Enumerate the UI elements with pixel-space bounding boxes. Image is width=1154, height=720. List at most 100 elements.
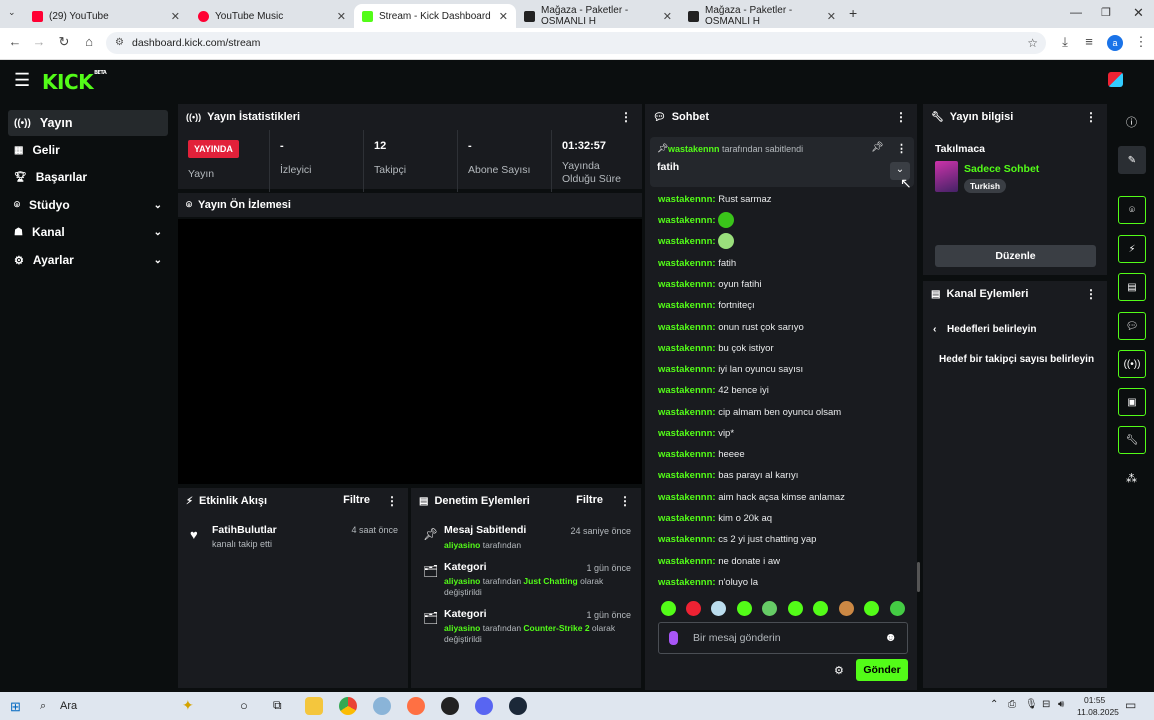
back-chevron-icon[interactable]: ‹ (933, 323, 937, 335)
address-bar[interactable]: ⚙ dashboard.kick.com/stream ☆ (106, 32, 1046, 54)
emote-icon[interactable] (737, 601, 752, 616)
system-tray-chevron-icon[interactable]: ⌃ (990, 699, 998, 710)
close-icon[interactable]: ✕ (827, 10, 836, 23)
more-options-icon[interactable]: ⋮ (619, 494, 631, 508)
copilot-sparkle-icon[interactable]: ✦ (182, 697, 194, 714)
studio-icon[interactable]: ⌾ (1118, 196, 1146, 224)
emote-icon[interactable] (788, 601, 803, 616)
chat-scrollbar[interactable] (917, 562, 920, 592)
bookmark-star-icon[interactable]: ☆ (1027, 32, 1038, 54)
new-tab-plus-icon[interactable]: + (849, 5, 857, 21)
chevron-down-icon[interactable]: ⌄ (154, 200, 162, 211)
chat-username[interactable]: wastakennn: (658, 215, 716, 226)
search-icon[interactable]: ⌕ (40, 700, 46, 713)
sidebar-item-ayarlar[interactable]: ⚙ Ayarlar ⌄ (8, 247, 168, 273)
cortana-icon[interactable]: ○ (240, 698, 248, 713)
wrench-icon[interactable]: 🔧︎ (1118, 426, 1146, 454)
emote-icon[interactable] (762, 601, 777, 616)
close-icon[interactable]: ✕ (663, 10, 672, 23)
emote-icon[interactable] (661, 601, 676, 616)
back-arrow-icon[interactable]: ← (6, 34, 24, 49)
more-options-icon[interactable]: ⋮ (386, 494, 398, 508)
browser-tab-youtube-music[interactable]: YouTube Music ✕ (190, 4, 354, 28)
chat-username[interactable]: wastakennn: (658, 385, 716, 396)
moderator-name[interactable]: aliyasino (444, 623, 480, 633)
more-options-icon[interactable]: ⋮ (1085, 287, 1097, 301)
volume-icon[interactable]: 🔊︎ (1058, 699, 1064, 710)
chat-username[interactable]: wastakennn: (658, 364, 716, 375)
sidebar-item-yayin[interactable]: ((•)) Yayın (8, 110, 168, 136)
chat-input[interactable]: Bir mesaj gönderin ☻ (658, 622, 908, 654)
profile-avatar[interactable]: a (1107, 35, 1123, 51)
notification-icon[interactable]: ▭ (1125, 698, 1136, 712)
emote-icon[interactable] (864, 601, 879, 616)
taskbar-date[interactable]: 11.08.2025 (1077, 707, 1119, 717)
taskbar-search-label[interactable]: Ara (60, 700, 77, 712)
sidebar-item-kanal[interactable]: ☗ Kanal ⌄ (8, 219, 168, 245)
file-explorer-icon[interactable] (305, 697, 323, 715)
discord-icon[interactable] (475, 697, 493, 715)
tab-list-chevron-icon[interactable]: ⌄ (8, 7, 16, 18)
emoji-icon[interactable]: ☻ (884, 630, 897, 644)
pin-toggle-icon[interactable]: 📌︎ (871, 142, 884, 153)
chat-username[interactable]: wastakennn: (658, 194, 716, 205)
forward-arrow-icon[interactable]: → (30, 34, 48, 49)
windows-start-icon[interactable]: ⊞ (10, 699, 21, 715)
emote-icon[interactable] (686, 601, 701, 616)
site-info-icon[interactable]: ⚙ (115, 32, 124, 54)
more-options-icon[interactable]: ⋮ (896, 142, 907, 155)
media-control-icon[interactable]: ≡ (1080, 34, 1098, 49)
browser-menu-icon[interactable]: ⋮ (1132, 34, 1150, 50)
category-name[interactable]: Sadece Sohbet (964, 163, 1039, 175)
emote-icon[interactable] (711, 601, 726, 616)
moderator-name[interactable]: aliyasino (444, 540, 480, 550)
emote-icon[interactable] (813, 601, 828, 616)
chat-username[interactable]: wastakennn: (658, 322, 716, 333)
task-view-icon[interactable]: ⧉ (273, 698, 282, 713)
chat-username[interactable]: wastakennn: (658, 300, 716, 311)
hamburger-menu-icon[interactable]: ☰ (14, 70, 30, 91)
goals-back-label[interactable]: Hedefleri belirleyin (947, 324, 1036, 335)
window-close-icon[interactable]: ✕ (1133, 5, 1144, 21)
download-icon[interactable]: ⤓ (1056, 34, 1074, 50)
microphone-tray-icon[interactable]: 🎙︎ (1025, 699, 1038, 710)
sidebar-item-basarilar[interactable]: 🏆︎ Başarılar (8, 164, 168, 190)
chrome-icon[interactable] (339, 697, 357, 715)
lightning-icon[interactable]: ⚡︎ (1118, 235, 1146, 263)
chat-username[interactable]: wastakennn: (658, 556, 716, 567)
channel-icon[interactable]: ▣ (1118, 388, 1146, 416)
chat-username[interactable]: wastakennn: (658, 279, 716, 290)
filter-button[interactable]: Filtre (576, 494, 603, 506)
stream-preview-video[interactable] (178, 219, 642, 484)
user-avatar[interactable] (1108, 72, 1123, 87)
steam-icon[interactable] (509, 697, 527, 715)
kick-logo[interactable]: KICKBETA (42, 70, 107, 94)
chat-username[interactable]: wastakennn: (658, 449, 716, 460)
document-icon[interactable]: ▤ (1118, 273, 1146, 301)
chat-username[interactable]: wastakennn: (658, 534, 716, 545)
moderator-name[interactable]: aliyasino (444, 576, 480, 586)
microphone-icon[interactable] (669, 631, 678, 645)
chevron-down-icon[interactable]: ⌄ (154, 227, 162, 238)
category-name[interactable]: Counter-Strike 2 (523, 623, 589, 633)
chat-bubble-icon[interactable]: 💬︎ (1118, 312, 1146, 340)
broadcast-icon[interactable]: ((•)) (1118, 350, 1146, 378)
browser-tab-magaza-1[interactable]: Mağaza - Paketler - OSMANLI H ✕ (516, 4, 680, 28)
chat-username[interactable]: wastakennn: (658, 428, 716, 439)
emote-icon[interactable] (890, 601, 905, 616)
emote-icon[interactable] (839, 601, 854, 616)
reload-icon[interactable]: ↻ (55, 34, 73, 50)
minimize-icon[interactable]: — (1070, 5, 1082, 19)
close-icon[interactable]: ✕ (171, 10, 180, 23)
taskbar-time[interactable]: 01:55 (1084, 695, 1105, 705)
chat-username[interactable]: wastakennn: (658, 492, 716, 503)
chat-username[interactable]: wastakennn: (658, 407, 716, 418)
tray-icon[interactable]: ⎙ (1008, 699, 1016, 710)
chat-username[interactable]: wastakennn: (658, 577, 716, 588)
restore-icon[interactable]: ❐ (1101, 6, 1111, 19)
send-button[interactable]: Gönder (856, 659, 908, 681)
microphone-app-icon[interactable] (407, 697, 425, 715)
chat-username[interactable]: wastakennn: (658, 513, 716, 524)
filter-button[interactable]: Filtre (343, 494, 370, 506)
chat-username[interactable]: wastakennn: (658, 343, 716, 354)
